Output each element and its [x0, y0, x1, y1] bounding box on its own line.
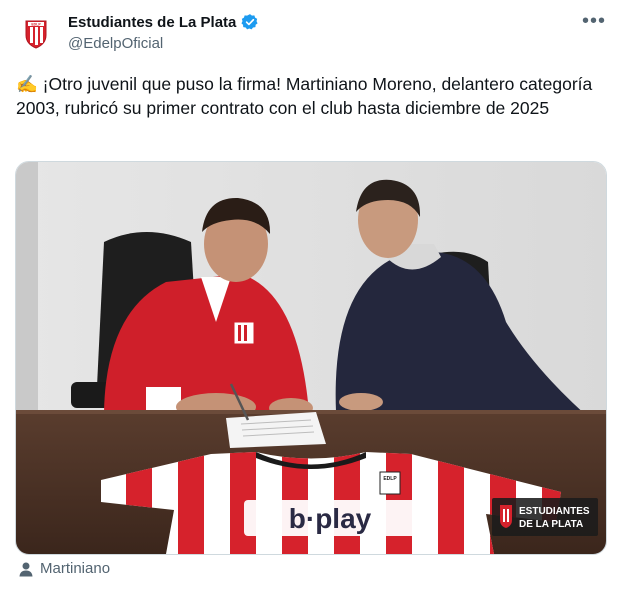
author-display-name[interactable]: Estudiantes de La Plata — [68, 14, 236, 31]
tweet-text: ✍️ ¡Otro juvenil que puso la firma! Mart… — [16, 74, 593, 118]
person-icon — [19, 562, 33, 576]
svg-text:EDLP: EDLP — [31, 23, 41, 27]
tagged-user-label[interactable]: Martiniano — [40, 560, 110, 577]
more-options-icon[interactable]: ••• — [582, 10, 606, 33]
signing-photo: b·play EDLP ESTUDIANTES DE LA PLATA — [16, 162, 606, 554]
watermark-line2: DE LA PLATA — [519, 519, 583, 530]
author-handle[interactable]: @EdelpOficial — [68, 35, 163, 52]
author-name-row[interactable]: Estudiantes de La Plata — [68, 13, 259, 31]
tagged-user[interactable]: Martiniano — [18, 560, 110, 577]
watermark-line1: ESTUDIANTES — [519, 506, 590, 517]
jersey-sponsor-text: b·play — [289, 503, 372, 534]
avatar[interactable]: EDLP — [16, 14, 56, 54]
jersey-crest-text: EDLP — [383, 476, 397, 482]
edlp-crest-icon: EDLP — [25, 20, 47, 49]
verified-badge-icon — [241, 14, 258, 30]
tweet-photo[interactable]: b·play EDLP ESTUDIANTES DE LA PLATA — [15, 161, 607, 555]
